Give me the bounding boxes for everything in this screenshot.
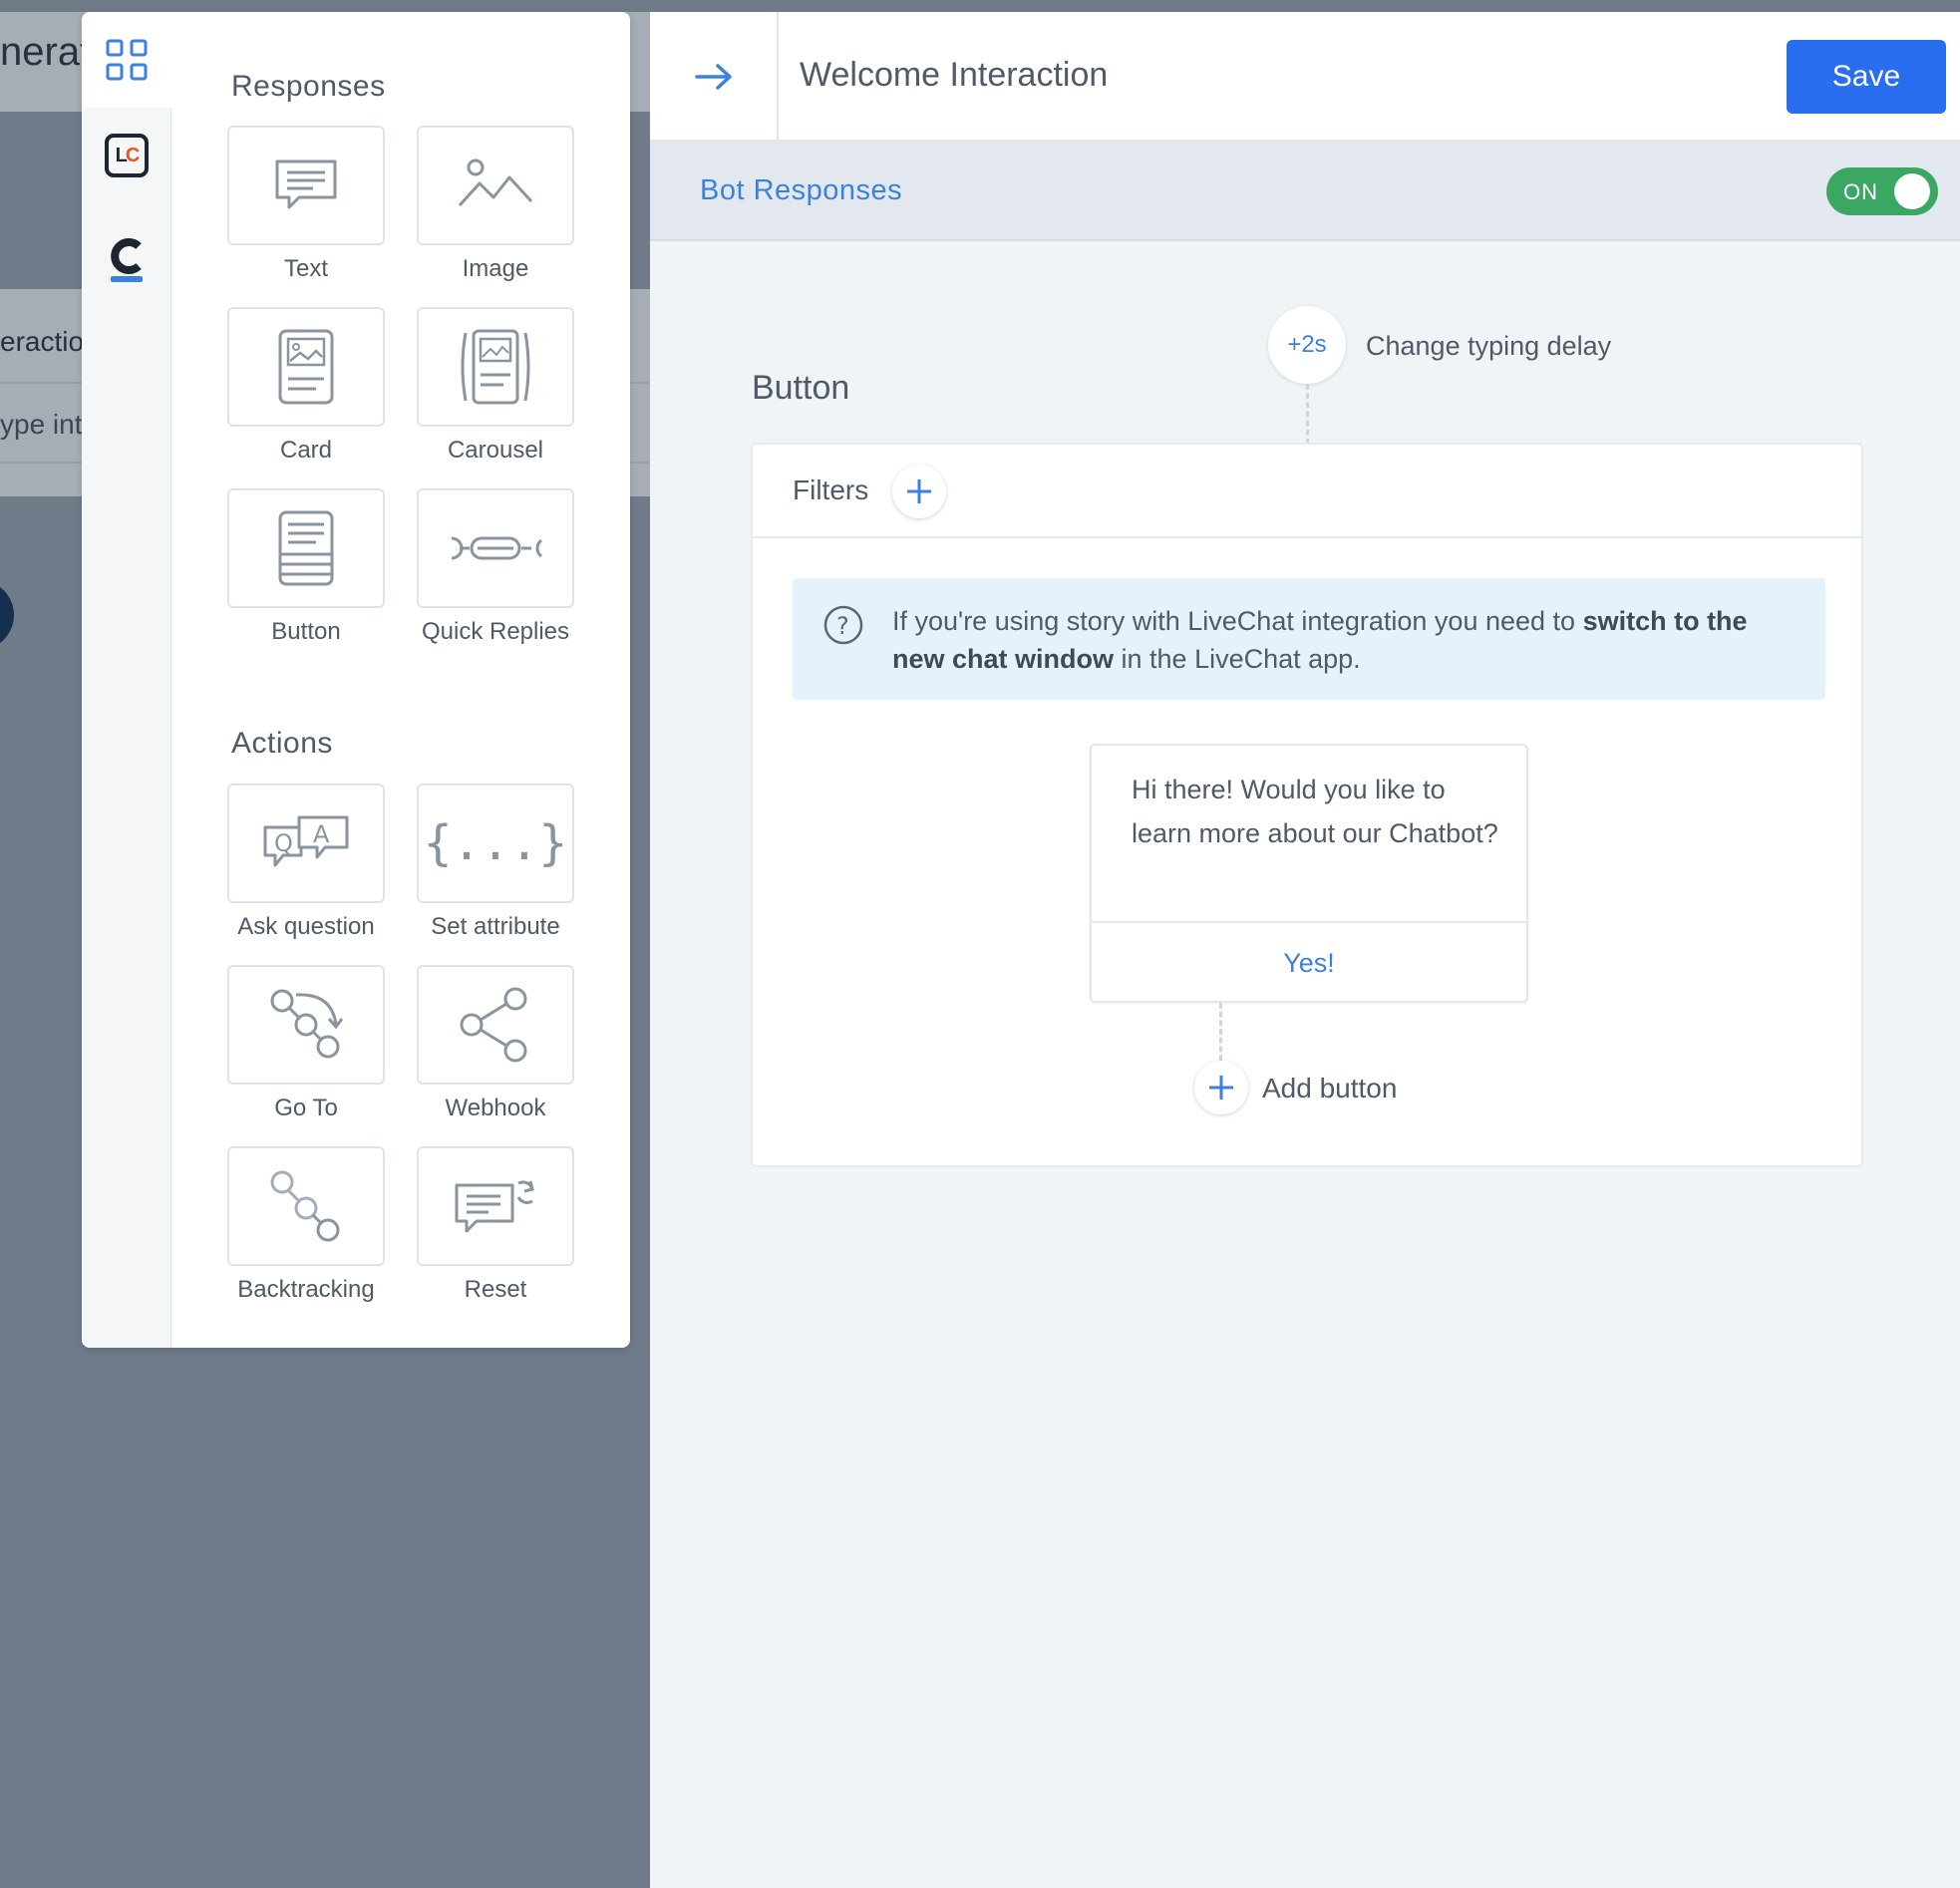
tile-box bbox=[227, 965, 385, 1085]
palette-rail: LC bbox=[82, 12, 171, 1348]
save-button[interactable]: Save bbox=[1787, 40, 1946, 114]
backtracking-icon bbox=[270, 1170, 340, 1242]
background-fab bbox=[0, 580, 14, 650]
button-block-card: Filters ? If you're using story with Liv… bbox=[751, 443, 1863, 1167]
tile-box bbox=[227, 307, 385, 427]
add-button-label[interactable]: Add button bbox=[1262, 1073, 1397, 1104]
tile-label: Card bbox=[279, 437, 333, 464]
chatbot-logo bbox=[111, 238, 143, 282]
tile-label: Set attribute bbox=[431, 913, 560, 940]
tile-label: Go To bbox=[274, 1095, 338, 1121]
tile-go-to[interactable]: Go To bbox=[227, 965, 385, 1122]
tile-quick-replies[interactable]: Quick Replies bbox=[417, 488, 574, 646]
text-message-icon bbox=[275, 159, 337, 209]
tile-box bbox=[227, 126, 385, 245]
tile-box bbox=[227, 1146, 385, 1266]
grid-icon bbox=[106, 39, 148, 81]
info-text-part: in the LiveChat app. bbox=[1114, 644, 1361, 674]
connector-line bbox=[1219, 1003, 1222, 1061]
tile-text[interactable]: Text bbox=[227, 126, 385, 283]
tile-card[interactable]: Card bbox=[227, 307, 385, 465]
tile-ask-question[interactable]: Q A Ask question bbox=[227, 784, 385, 941]
info-text: If you're using story with LiveChat inte… bbox=[892, 602, 1790, 678]
tile-carousel[interactable]: Carousel bbox=[417, 307, 574, 465]
tile-label: Image bbox=[462, 255, 529, 282]
carousel-icon bbox=[461, 329, 530, 405]
image-icon bbox=[458, 158, 533, 207]
info-notice: ? If you're using story with LiveChat in… bbox=[793, 578, 1825, 700]
bot-responses-bar: Bot Responses ON bbox=[650, 142, 1960, 241]
tile-box bbox=[417, 307, 574, 427]
quick-replies-icon bbox=[451, 536, 543, 560]
actions-title: Actions bbox=[231, 727, 333, 760]
tile-box bbox=[417, 126, 574, 245]
typing-delay-button[interactable]: +2s bbox=[1268, 306, 1346, 384]
plus-icon bbox=[907, 479, 931, 503]
typing-delay-label[interactable]: Change typing delay bbox=[1366, 331, 1611, 362]
tile-label: Webhook bbox=[445, 1095, 546, 1121]
background-row-text: eractio bbox=[0, 326, 85, 357]
tile-label: Backtracking bbox=[237, 1276, 375, 1303]
tile-label: Button bbox=[271, 618, 341, 645]
filters-label: Filters bbox=[793, 474, 869, 505]
plus-icon bbox=[1209, 1076, 1233, 1100]
responses-title: Responses bbox=[231, 70, 386, 103]
reply-button-yes[interactable]: Yes! bbox=[1092, 923, 1526, 1003]
tile-label: Quick Replies bbox=[421, 618, 570, 645]
question-icon: ? bbox=[823, 605, 863, 645]
tile-reset[interactable]: Reset bbox=[417, 1146, 574, 1304]
reset-icon bbox=[455, 1180, 534, 1233]
go-to-icon bbox=[270, 989, 344, 1059]
toggle-label: ON bbox=[1843, 179, 1878, 204]
message-bubble[interactable]: Hi there! Would you like to learn more a… bbox=[1090, 744, 1528, 1003]
set-attribute-icon: {...} bbox=[423, 815, 568, 871]
message-text[interactable]: Hi there! Would you like to learn more a… bbox=[1132, 768, 1500, 855]
block-title: Button bbox=[752, 369, 850, 407]
filters-row: Filters bbox=[753, 445, 1861, 538]
bot-responses-toggle[interactable]: ON bbox=[1826, 167, 1938, 215]
button-icon bbox=[278, 510, 334, 586]
add-button-icon-button[interactable] bbox=[1194, 1061, 1248, 1114]
collapse-button[interactable] bbox=[650, 12, 779, 142]
ask-question-icon: Q A bbox=[263, 815, 349, 867]
tile-box: Q A bbox=[227, 784, 385, 903]
bot-responses-title: Bot Responses bbox=[700, 174, 903, 206]
block-palette: LC Responses Text Image Card Carousel Bu… bbox=[82, 12, 630, 1348]
tile-label: Reset bbox=[464, 1276, 527, 1303]
add-filter-button[interactable] bbox=[892, 465, 946, 518]
svg-text:Q: Q bbox=[274, 829, 293, 857]
interaction-editor: Welcome Interaction Save Bot Responses O… bbox=[650, 12, 1960, 1888]
svg-text:?: ? bbox=[836, 612, 849, 640]
rail-item-chatbot[interactable] bbox=[82, 211, 171, 307]
webhook-icon bbox=[460, 987, 527, 1063]
rail-item-livechat[interactable]: LC bbox=[82, 108, 171, 203]
tile-button[interactable]: Button bbox=[227, 488, 385, 646]
tile-set-attribute[interactable]: {...} Set attribute bbox=[417, 784, 574, 941]
tile-backtracking[interactable]: Backtracking bbox=[227, 1146, 385, 1304]
tile-box: {...} bbox=[417, 784, 574, 903]
background-input-text: ype int bbox=[0, 409, 83, 440]
livechat-logo: LC bbox=[105, 134, 149, 177]
tile-webhook[interactable]: Webhook bbox=[417, 965, 574, 1122]
rail-item-blocks[interactable] bbox=[82, 12, 171, 108]
tile-box bbox=[417, 1146, 574, 1266]
arrow-right-icon bbox=[694, 64, 732, 90]
tile-label: Text bbox=[283, 255, 328, 282]
tile-label: Carousel bbox=[447, 437, 544, 464]
tile-box bbox=[227, 488, 385, 608]
interaction-title[interactable]: Welcome Interaction bbox=[800, 56, 1108, 95]
background-title: nerat bbox=[0, 30, 92, 74]
svg-text:A: A bbox=[313, 820, 330, 848]
tile-box bbox=[417, 965, 574, 1085]
tile-label: Ask question bbox=[237, 913, 375, 940]
card-icon bbox=[278, 329, 334, 405]
tile-image[interactable]: Image bbox=[417, 126, 574, 283]
tile-box bbox=[417, 488, 574, 608]
toggle-knob bbox=[1894, 173, 1930, 209]
editor-header: Welcome Interaction Save bbox=[650, 12, 1960, 142]
info-text-part: If you're using story with LiveChat inte… bbox=[892, 606, 1583, 636]
